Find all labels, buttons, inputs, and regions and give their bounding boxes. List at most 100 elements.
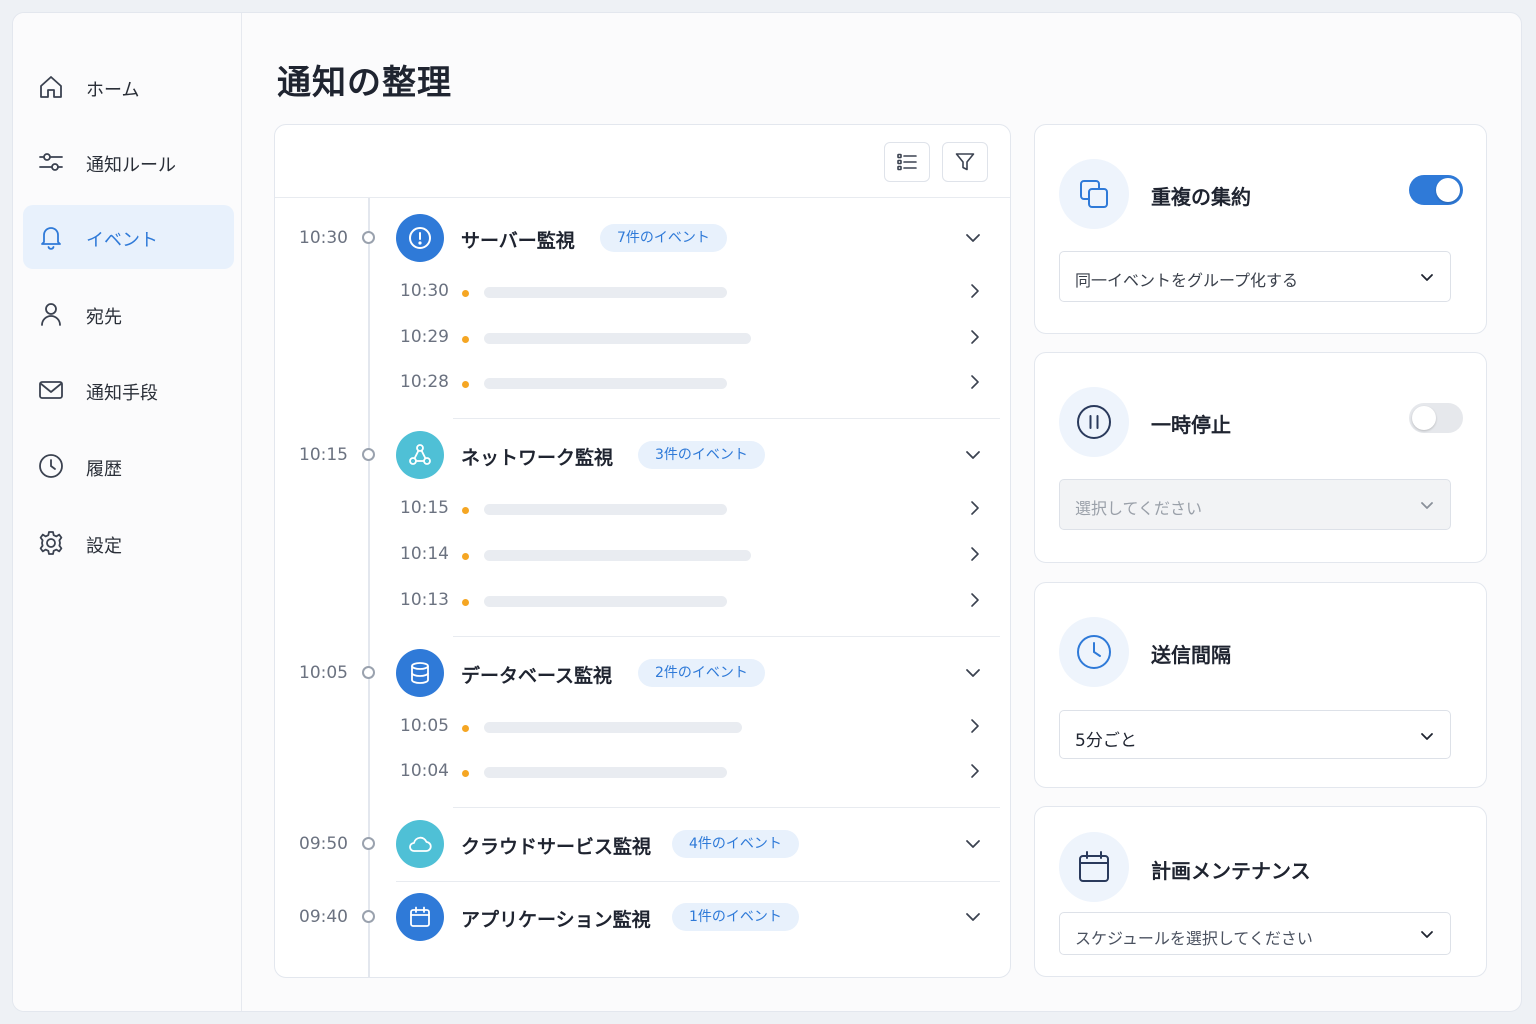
toggle-knob: [1436, 178, 1460, 202]
interval-settings-card: 送信間隔 5分ごと: [1034, 582, 1487, 788]
group-title: アプリケーション監視: [461, 909, 651, 931]
status-dot: [462, 553, 469, 560]
filter-button[interactable]: [942, 142, 988, 182]
pause-toggle[interactable]: [1409, 403, 1463, 433]
pause-settings-card: 一時停止 選択してください: [1034, 352, 1487, 563]
event-time: 10:14: [400, 544, 449, 564]
event-row[interactable]: 10:30: [397, 277, 987, 307]
group-time: 10:15: [299, 445, 348, 465]
chevron-down-icon[interactable]: [963, 228, 983, 248]
app-window: ホーム 通知ルール イベント 宛先 通知手段 履歴 設定 通知の整理 10:30…: [12, 12, 1522, 1012]
status-dot: [462, 725, 469, 732]
chevron-down-icon: [1418, 925, 1436, 943]
event-row[interactable]: 10:13: [397, 586, 987, 616]
sidebar-item-recipients[interactable]: 宛先: [23, 282, 234, 346]
maintenance-settings-card: 計画メンテナンス スケジュールを選択してください: [1034, 806, 1487, 977]
user-icon: [37, 300, 65, 328]
timeline-node: [362, 231, 375, 244]
timeline-node: [362, 666, 375, 679]
status-dot: [462, 290, 469, 297]
chevron-down-icon[interactable]: [963, 445, 983, 465]
sidebar-item-label: 通知手段: [86, 383, 158, 404]
chevron-right-icon: [966, 499, 984, 517]
event-placeholder-bar: [484, 722, 742, 733]
toggle-knob: [1412, 406, 1436, 430]
event-count-badge: 4件のイベント: [672, 830, 799, 858]
sidebar-item-label: 設定: [86, 536, 122, 557]
sidebar-item-notification-rules[interactable]: 通知ルール: [23, 130, 234, 194]
maintenance-select[interactable]: スケジュールを選択してください: [1059, 912, 1451, 955]
select-value: 同一イベントをグループ化する: [1075, 271, 1299, 290]
event-time: 10:15: [400, 498, 449, 518]
list-icon: [897, 153, 917, 171]
chevron-down-icon[interactable]: [963, 834, 983, 854]
chevron-right-icon: [966, 328, 984, 346]
status-dot: [462, 599, 469, 606]
event-count-badge: 2件のイベント: [638, 659, 765, 687]
dedupe-select[interactable]: 同一イベントをグループ化する: [1059, 251, 1451, 302]
network-icon: [396, 431, 444, 479]
clock-icon: [37, 452, 65, 480]
event-row[interactable]: 10:05: [397, 712, 987, 742]
event-placeholder-bar: [484, 333, 751, 344]
chevron-right-icon: [966, 282, 984, 300]
sliders-icon: [37, 148, 65, 176]
sidebar-item-label: 履歴: [86, 459, 122, 480]
group-time: 09:40: [299, 907, 348, 927]
filter-icon: [955, 153, 975, 171]
event-count-badge: 7件のイベント: [600, 224, 727, 252]
list-view-button[interactable]: [884, 142, 930, 182]
group-title: データベース監視: [461, 665, 613, 687]
sidebar-item-history[interactable]: 履歴: [23, 434, 234, 498]
sidebar-item-home[interactable]: ホーム: [23, 55, 234, 119]
event-count-badge: 1件のイベント: [672, 903, 799, 931]
event-row[interactable]: 10:29: [397, 323, 987, 353]
event-time: 10:28: [400, 372, 449, 392]
sidebar-item-label: 宛先: [86, 307, 122, 328]
chevron-down-icon[interactable]: [963, 907, 983, 927]
sidebar-item-events[interactable]: イベント: [23, 205, 234, 269]
event-placeholder-bar: [484, 287, 727, 298]
status-dot: [462, 336, 469, 343]
sidebar-item-channels[interactable]: 通知手段: [23, 358, 234, 422]
chevron-right-icon: [966, 373, 984, 391]
group-time: 10:30: [299, 228, 348, 248]
event-timeline-card: 10:30 サーバー監視 7件のイベント 10:30 10:29 10:28 1…: [274, 124, 1011, 978]
home-icon: [37, 73, 65, 101]
event-time: 10:05: [400, 716, 449, 736]
event-row[interactable]: 10:28: [397, 368, 987, 398]
event-row[interactable]: 10:14: [397, 540, 987, 570]
clock-icon: [1059, 617, 1129, 687]
sidebar-item-label: イベント: [86, 230, 158, 251]
sidebar-item-settings[interactable]: 設定: [23, 511, 234, 575]
pause-select[interactable]: 選択してください: [1059, 479, 1451, 530]
select-value: 5分ごと: [1075, 731, 1137, 751]
page-title: 通知の整理: [277, 63, 452, 103]
interval-title: 送信間隔: [1151, 643, 1231, 667]
chevron-right-icon: [966, 591, 984, 609]
event-row[interactable]: 10:15: [397, 494, 987, 524]
dedupe-title: 重複の集約: [1151, 185, 1251, 209]
dedupe-settings-card: 重複の集約 同一イベントをグループ化する: [1034, 124, 1487, 334]
chevron-right-icon: [966, 717, 984, 735]
chevron-right-icon: [966, 762, 984, 780]
status-dot: [462, 507, 469, 514]
dedupe-toggle[interactable]: [1409, 175, 1463, 205]
event-time: 10:30: [400, 281, 449, 301]
timeline-node: [362, 837, 375, 850]
event-row[interactable]: 10:04: [397, 757, 987, 787]
interval-select[interactable]: 5分ごと: [1059, 710, 1451, 759]
maintenance-title: 計画メンテナンス: [1151, 859, 1311, 883]
chevron-right-icon: [966, 545, 984, 563]
chevron-down-icon: [1418, 268, 1436, 286]
sidebar: ホーム 通知ルール イベント 宛先 通知手段 履歴 設定: [13, 13, 242, 1011]
group-time: 10:05: [299, 663, 348, 683]
alert-icon: [396, 214, 444, 262]
group-divider: [453, 807, 1000, 808]
calendar-icon: [396, 893, 444, 941]
group-title: ネットワーク監視: [461, 447, 614, 469]
group-time: 09:50: [299, 834, 348, 854]
chevron-down-icon[interactable]: [963, 663, 983, 683]
sidebar-item-label: ホーム: [86, 80, 140, 101]
cloud-icon: [396, 820, 444, 868]
